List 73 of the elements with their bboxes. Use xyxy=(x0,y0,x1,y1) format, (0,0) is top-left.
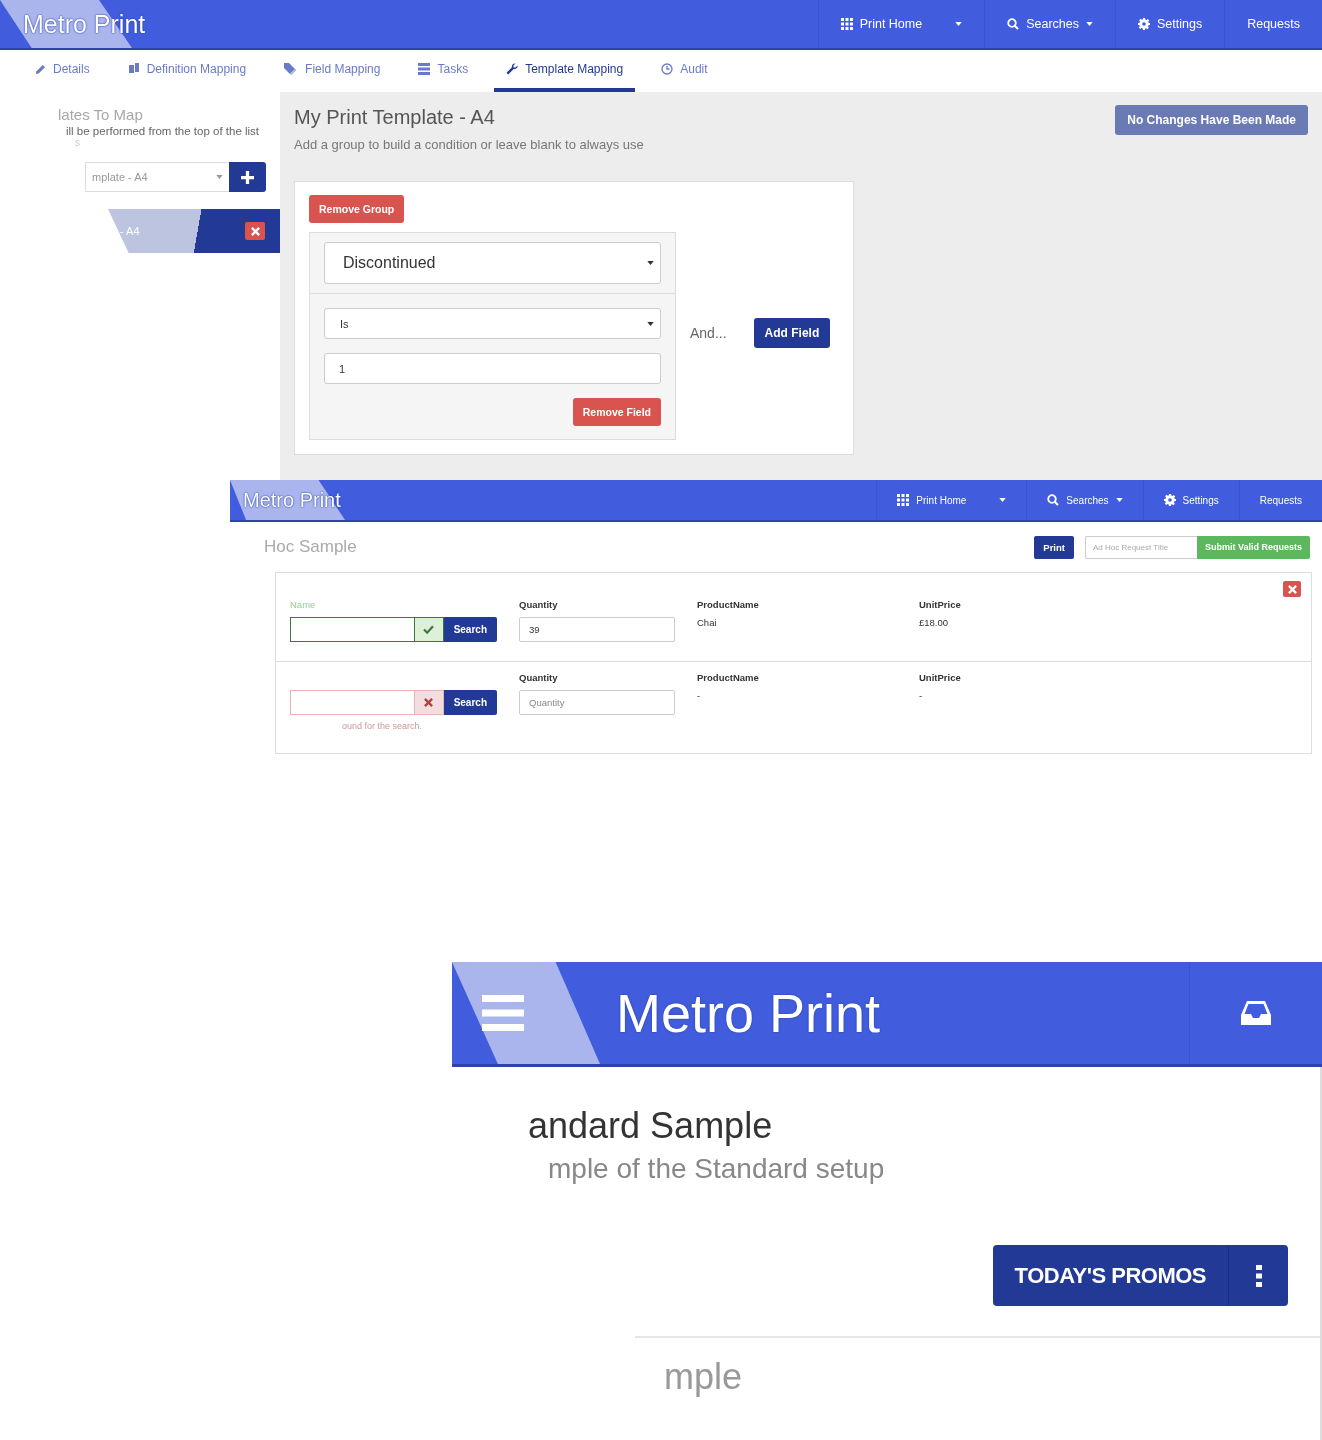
section-title: mple xyxy=(664,1356,744,1398)
nav-item[interactable]: Print Home xyxy=(817,0,985,48)
add-field-button[interactable]: Add Field xyxy=(753,318,831,348)
page-title: andard Sample xyxy=(528,1105,774,1147)
page-title: Hoc Sample xyxy=(264,537,358,557)
settings-icon xyxy=(1163,494,1176,506)
field-value: £18.00 xyxy=(919,617,950,628)
documents-icon xyxy=(127,63,140,75)
request-title-input[interactable]: Ad Hoc Request Title xyxy=(1084,535,1197,559)
product-search-field[interactable] xyxy=(290,617,414,642)
nav-item[interactable]: Settings xyxy=(1142,480,1239,520)
search-button[interactable]: Search xyxy=(443,690,497,715)
brand-name: Metro Print xyxy=(615,982,881,1045)
template-select[interactable]: mplate - A4 xyxy=(85,162,229,192)
close-icon xyxy=(1287,584,1297,594)
field-label: ProductName xyxy=(697,599,760,611)
operator-select[interactable]: Is xyxy=(324,308,661,339)
field-label: Name xyxy=(290,599,317,611)
pencil-icon xyxy=(35,63,46,75)
tab[interactable]: Audit xyxy=(661,50,720,92)
field-label: UnitPrice xyxy=(919,599,962,611)
error-text: ound for the search. xyxy=(342,721,424,731)
nav-item[interactable]: Settings xyxy=(1115,0,1225,48)
product-search-field[interactable] xyxy=(290,690,414,715)
nav-item[interactable]: Print Home xyxy=(876,480,1027,520)
tab[interactable]: Details xyxy=(35,50,102,92)
wrench-icon xyxy=(506,63,519,75)
plus-icon xyxy=(241,170,254,184)
nav-item[interactable]: Requests xyxy=(1238,480,1322,520)
tags-icon xyxy=(284,63,299,75)
nav-item[interactable]: Requests xyxy=(1224,0,1322,48)
search-icon xyxy=(1047,494,1060,506)
quantity-input[interactable]: 39 xyxy=(519,617,675,642)
page-subtitle: Add a group to build a condition or leave blank to always use xyxy=(294,137,644,152)
and-label: And... xyxy=(690,325,727,341)
tab[interactable]: Field Mapping xyxy=(284,50,393,92)
inbox-icon xyxy=(1241,998,1271,1028)
field-value: - xyxy=(697,690,702,701)
quantity-input[interactable]: Quantity xyxy=(519,690,675,715)
tab[interactable]: Definition Mapping xyxy=(127,50,259,92)
print-button[interactable]: Print xyxy=(1034,535,1074,559)
grid-icon xyxy=(840,18,853,30)
tab[interactable]: Tasks xyxy=(418,50,481,92)
server-icon xyxy=(418,63,431,75)
nav-item[interactable]: Searches xyxy=(1026,480,1143,520)
add-button[interactable] xyxy=(229,162,266,192)
more-icon xyxy=(1255,1264,1262,1287)
field-label: Quantity xyxy=(519,672,559,684)
remove-field-button[interactable]: Remove Field xyxy=(572,398,661,426)
search-icon xyxy=(1007,18,1020,30)
field-value: - xyxy=(919,690,924,701)
nav-item[interactable]: Searches xyxy=(984,0,1115,48)
caret-icon xyxy=(647,321,654,326)
field-value: Chai xyxy=(697,617,718,628)
field-label: UnitPrice xyxy=(919,672,962,684)
clock-icon xyxy=(661,63,674,75)
field-label: Quantity xyxy=(519,599,559,611)
hint-text: ill be performed from the top of the list xyxy=(65,125,261,137)
settings-icon xyxy=(1138,18,1150,30)
remove-button[interactable] xyxy=(245,222,265,240)
caret-icon xyxy=(216,175,223,179)
search-button[interactable]: Search xyxy=(443,617,497,642)
page-title: My Print Template - A4 xyxy=(294,106,496,129)
section-heading: lates To Map xyxy=(57,106,144,123)
page-subtitle: mple of the Standard setup xyxy=(548,1153,886,1185)
close-icon xyxy=(250,226,260,236)
remove-group-button[interactable]: Remove Group xyxy=(309,195,405,223)
field-label: ProductName xyxy=(697,672,760,684)
caret-icon xyxy=(647,261,654,265)
value-input[interactable]: 1 xyxy=(324,353,661,384)
remove-button[interactable] xyxy=(1283,581,1301,597)
grid-icon xyxy=(897,494,910,506)
field-select[interactable]: Discontinued xyxy=(324,242,661,284)
